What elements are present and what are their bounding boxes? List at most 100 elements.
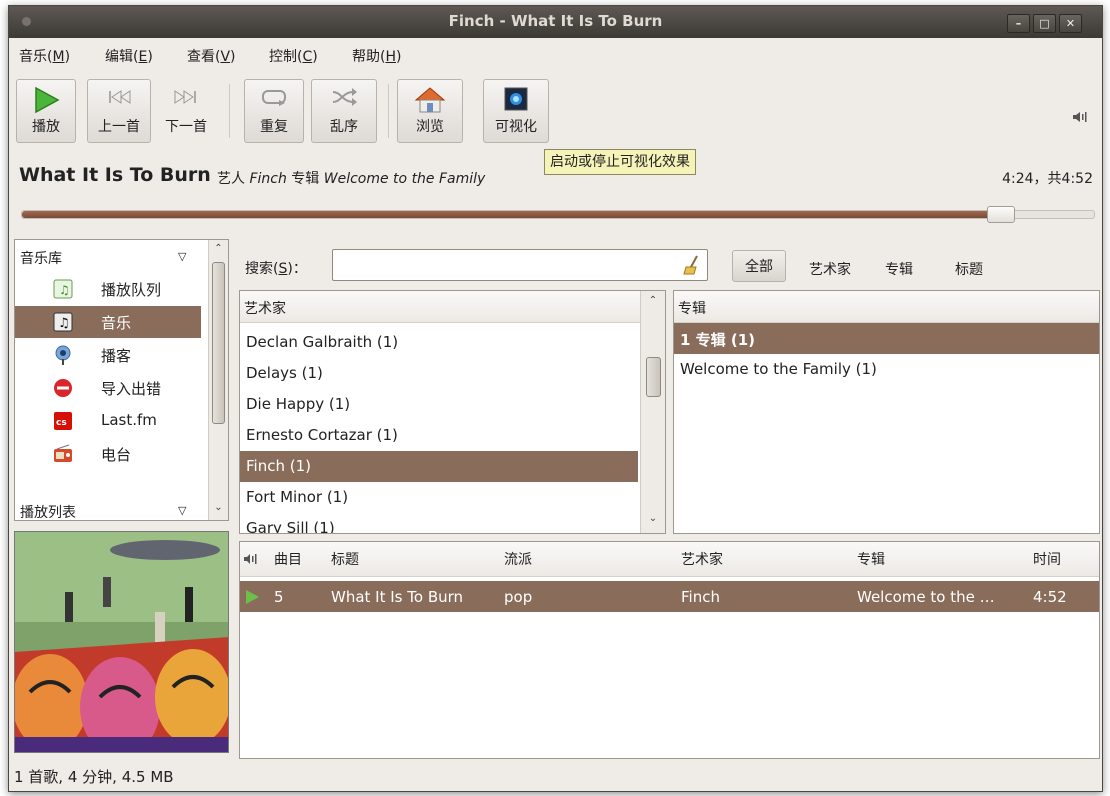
song-album: Welcome to the Family (323, 171, 486, 187)
svg-text:cs: cs (56, 418, 67, 428)
filter-all[interactable]: 全部 (732, 250, 786, 282)
visualization-button[interactable]: 可视化 (483, 79, 549, 143)
previous-button[interactable]: 上一首 (87, 79, 151, 143)
column-genre[interactable]: 流派 (504, 549, 532, 569)
filter-title[interactable]: 标题 (955, 259, 983, 279)
artist-browser: 艺术家 Declan Galbraith (1) Delays (1) Die … (239, 290, 666, 534)
list-item[interactable]: Gary Sill (1) (240, 513, 638, 533)
menu-control[interactable]: 控制(C) (269, 46, 318, 66)
filter-album[interactable]: 专辑 (885, 259, 913, 279)
column-album[interactable]: 专辑 (857, 549, 885, 569)
scroll-down-icon[interactable]: ⌄ (209, 502, 228, 513)
toolbar: 播放 上一首 下一首 重复 乱序 浏览 可视化 (9, 68, 1102, 154)
column-title[interactable]: 标题 (331, 549, 359, 569)
browse-button[interactable]: 浏览 (397, 79, 463, 143)
repeat-icon (262, 90, 286, 106)
list-item[interactable]: Declan Galbraith (1) (240, 327, 638, 358)
visualization-tooltip: 启动或停止可视化效果 (544, 149, 696, 175)
album-column-header[interactable]: 专辑 (674, 291, 1099, 323)
seek-fill (22, 211, 1000, 218)
list-item[interactable]: Ernesto Cortazar (1) (240, 420, 638, 451)
column-track[interactable]: 曲目 (274, 549, 302, 569)
visualization-icon (504, 87, 528, 111)
rhythmbox-window: Finch - What It Is To Burn – □ ✕ 音乐(M) 编… (8, 5, 1103, 792)
artist-scroll-thumb[interactable] (646, 357, 661, 397)
list-item[interactable]: Fort Minor (1) (240, 482, 638, 513)
track-list: 曲目 标题 流派 艺术家 专辑 时间 5 What It Is To Burn … (239, 541, 1100, 759)
library-header[interactable]: 音乐库 (20, 248, 62, 268)
list-item-selected[interactable]: 1 专辑 (1) (674, 323, 1099, 354)
search-input[interactable] (332, 249, 708, 281)
play-icon (35, 86, 60, 114)
music-icon: ♫ (53, 312, 73, 332)
column-time[interactable]: 时间 (1033, 549, 1061, 569)
filter-artist[interactable]: 艺术家 (809, 259, 851, 279)
library-item-lastfm[interactable]: cs Last.fm (15, 405, 201, 437)
seek-slider[interactable] (21, 206, 1095, 223)
artist-scrollbar[interactable]: ⌃ ⌄ (640, 291, 665, 533)
track-list-header: 曲目 标题 流派 艺术家 专辑 时间 (240, 542, 1099, 577)
repeat-button[interactable]: 重复 (244, 79, 304, 143)
now-playing-icon (246, 590, 259, 604)
svg-text:♫: ♫ (58, 316, 70, 331)
menu-help[interactable]: 帮助(H) (352, 46, 401, 66)
menu-edit[interactable]: 编辑(E) (105, 46, 153, 66)
library-item-import-errors[interactable]: 导入出错 (15, 372, 201, 404)
maximize-button[interactable]: □ (1033, 14, 1056, 33)
minimize-button[interactable]: – (1007, 14, 1030, 33)
column-artist[interactable]: 艺术家 (681, 549, 723, 569)
library-item-podcast[interactable]: 播客 (15, 339, 201, 371)
toolbar-separator (229, 84, 230, 138)
shuffle-icon (332, 88, 357, 106)
song-artist: Finch (249, 171, 287, 187)
album-art (14, 531, 229, 753)
previous-icon (109, 90, 131, 104)
library-item-queue[interactable]: ♫ 播放队列 (15, 273, 201, 305)
search-label: 搜索(S)： (245, 261, 307, 277)
artist-column-header[interactable]: 艺术家 (240, 291, 665, 323)
window-title: Finch - What It Is To Burn (448, 12, 663, 30)
radio-icon (54, 444, 72, 462)
playing-column-icon (244, 554, 257, 564)
table-row[interactable]: 5 What It Is To Burn pop Finch Welcome t… (240, 581, 1099, 612)
toolbar-separator (388, 84, 389, 138)
list-item[interactable]: Die Happy (1) (240, 389, 638, 420)
queue-icon: ♫ (53, 279, 73, 299)
list-item-selected[interactable]: Finch (1) (240, 451, 638, 482)
home-icon (414, 87, 446, 113)
next-icon (174, 90, 196, 104)
library-item-radio[interactable]: 电台 (15, 438, 201, 470)
volume-icon[interactable] (1072, 110, 1088, 124)
album-cover-image (15, 532, 228, 752)
list-item[interactable]: Welcome to the Family (1) (674, 354, 1099, 385)
status-bar: 1 首歌, 4 分钟, 4.5 MB (9, 758, 1102, 791)
import-error-icon (54, 379, 72, 397)
expander-arrow-icon[interactable]: ▽ (178, 250, 186, 263)
album-browser: 专辑 1 专辑 (1) Welcome to the Family (1) (673, 290, 1100, 534)
play-button[interactable]: 播放 (16, 79, 76, 143)
lastfm-icon: cs (54, 412, 72, 430)
status-text: 1 首歌, 4 分钟, 4.5 MB (14, 768, 174, 786)
elapsed-time: 4:24，共4:52 (1002, 171, 1093, 187)
now-playing-meta: 艺人 Finch 专辑 Welcome to the Family (217, 171, 486, 187)
expander-arrow-icon[interactable]: ▽ (178, 504, 186, 517)
scroll-up-icon[interactable]: ⌃ (641, 295, 665, 306)
title-bar: Finch - What It Is To Burn – □ ✕ (9, 6, 1102, 38)
menu-view[interactable]: 查看(V) (187, 46, 236, 66)
menu-music[interactable]: 音乐(M) (19, 46, 70, 66)
seek-handle[interactable] (986, 206, 1015, 223)
svg-text:♫: ♫ (59, 283, 70, 297)
close-button[interactable]: ✕ (1059, 14, 1082, 33)
list-item[interactable]: Delays (1) (240, 358, 638, 389)
clear-search-icon[interactable] (683, 255, 701, 275)
library-scroll-thumb[interactable] (212, 262, 225, 424)
library-item-music[interactable]: ♫ 音乐 (15, 306, 201, 338)
scroll-up-icon[interactable]: ⌃ (209, 243, 228, 254)
next-button[interactable]: 下一首 (154, 79, 218, 143)
library-scrollbar[interactable]: ⌃ ⌄ (208, 240, 228, 520)
menu-bar: 音乐(M) 编辑(E) 查看(V) 控制(C) 帮助(H) (9, 38, 1102, 68)
shuffle-button[interactable]: 乱序 (311, 79, 377, 143)
scroll-down-icon[interactable]: ⌄ (641, 513, 665, 524)
song-title: What It Is To Burn (19, 164, 211, 186)
playlists-header[interactable]: 播放列表 (20, 502, 76, 522)
